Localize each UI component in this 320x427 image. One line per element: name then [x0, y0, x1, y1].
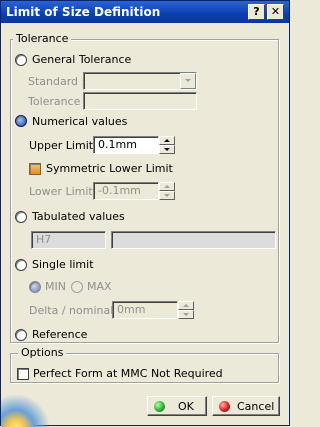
numerical-values-radio[interactable]: [15, 115, 27, 127]
min-radio[interactable]: [29, 281, 41, 293]
upper-limit-spinner[interactable]: [159, 136, 175, 154]
general-tolerance-radio[interactable]: [15, 54, 27, 66]
title-bar[interactable]: Limit of Size Definition ? ✕: [1, 1, 289, 23]
arrow-down-icon: [164, 148, 170, 151]
ok-button-label: OK: [178, 400, 194, 413]
ok-button[interactable]: OK: [147, 396, 207, 416]
perfect-form-checkbox[interactable]: [17, 368, 29, 380]
single-limit-label: Single limit: [32, 258, 94, 271]
lower-limit-label: Lower Limit :: [29, 185, 100, 198]
chevron-down-icon: [185, 79, 191, 82]
close-button[interactable]: ✕: [267, 4, 284, 20]
cancel-button[interactable]: Cancel: [212, 396, 280, 416]
delta-nominal-label: Delta / nominal :: [29, 304, 121, 317]
numerical-values-label: Numerical values: [32, 115, 128, 128]
tolerance-value-field[interactable]: [83, 92, 197, 110]
tolerance-value-label: Tolerance :: [28, 95, 88, 108]
lower-limit-spinner[interactable]: [159, 182, 175, 200]
tabulated-values-radio[interactable]: [15, 211, 27, 223]
delta-nominal-spinner[interactable]: [178, 301, 194, 319]
window-title: Limit of Size Definition: [6, 5, 161, 19]
spin-down-button[interactable]: [178, 310, 194, 319]
symmetric-lower-limit-label: Symmetric Lower Limit: [46, 162, 173, 175]
max-radio[interactable]: [71, 281, 83, 293]
tabulated-value2-field[interactable]: [111, 231, 276, 249]
arrow-up-icon: [164, 185, 170, 188]
options-legend: Options: [18, 346, 67, 359]
sun-logo-icon: [1, 383, 51, 427]
limit-of-size-dialog: Limit of Size Definition ? ✕ Tolerance G…: [0, 0, 290, 427]
spin-up-button[interactable]: [159, 182, 175, 191]
tabulated-value-field[interactable]: H7: [31, 231, 106, 249]
single-limit-radio[interactable]: [15, 259, 27, 271]
lower-limit-field[interactable]: -0.1mm: [93, 182, 159, 200]
tolerance-legend: Tolerance: [13, 32, 72, 45]
standard-dropdown-button[interactable]: [180, 73, 196, 89]
perfect-form-label: Perfect Form at MMC Not Required: [33, 367, 223, 380]
arrow-down-icon: [183, 313, 189, 316]
help-button[interactable]: ?: [248, 4, 265, 20]
general-tolerance-label: General Tolerance: [32, 53, 132, 66]
symmetric-lower-limit-checkbox[interactable]: [29, 163, 41, 175]
delta-nominal-field[interactable]: 0mm: [112, 301, 178, 319]
tabulated-values-label: Tabulated values: [32, 210, 125, 223]
spin-up-button[interactable]: [159, 136, 175, 145]
upper-limit-field[interactable]: 0.1mm: [93, 136, 159, 154]
ok-icon: [154, 401, 165, 412]
arrow-up-icon: [183, 304, 189, 307]
reference-label: Reference: [32, 328, 88, 341]
reference-radio[interactable]: [15, 329, 27, 341]
spin-down-button[interactable]: [159, 191, 175, 200]
max-label: MAX: [87, 280, 112, 293]
cancel-icon: [219, 401, 230, 412]
arrow-down-icon: [164, 194, 170, 197]
arrow-up-icon: [164, 139, 170, 142]
cancel-button-label: Cancel: [237, 400, 275, 413]
min-label: MIN: [45, 280, 66, 293]
standard-combo[interactable]: [83, 72, 197, 90]
upper-limit-label: Upper Limit :: [29, 139, 101, 152]
spin-up-button[interactable]: [178, 301, 194, 310]
spin-down-button[interactable]: [159, 145, 175, 154]
standard-label: Standard :: [28, 75, 86, 88]
